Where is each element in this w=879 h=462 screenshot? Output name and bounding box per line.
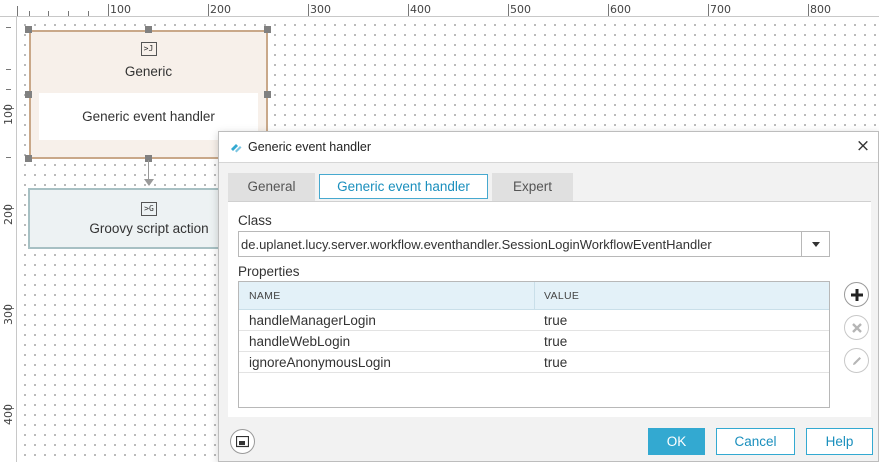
ruler-tick [408,4,409,16]
ruler-label: 200 [210,3,231,16]
chevron-down-icon[interactable] [801,232,829,256]
add-icon [851,289,863,301]
remove-property-button[interactable] [844,315,869,340]
edit-icon [853,357,861,365]
vertical-ruler: 100 200 300 400 [0,17,17,462]
properties-table: NAME VALUE handleManagerLogin true handl… [238,281,830,408]
property-value: true [544,355,568,370]
ruler-tick [88,11,89,16]
ruler-tick [68,11,69,16]
table-row[interactable]: handleManagerLogin true [239,310,829,331]
ruler-label: 800 [810,3,831,16]
column-header-value[interactable]: VALUE [544,290,579,302]
ruler-tick [808,4,809,16]
table-row[interactable]: handleWebLogin true [239,331,829,352]
ruler-label: 400 [2,404,15,425]
ruler-label: 700 [710,3,731,16]
ruler-label: 100 [110,3,131,16]
tab-content-panel: Class de.uplanet.lucy.server.workflow.ev… [228,201,871,417]
ruler-tick [29,11,30,16]
ruler-tick [308,4,309,16]
table-header: NAME VALUE [239,282,829,310]
tab-expert[interactable]: Expert [492,173,573,201]
generic-node-title: Generic [124,64,173,79]
generic-node-icon: >J [140,42,157,56]
column-divider[interactable] [534,282,535,310]
help-button[interactable]: Help [806,428,873,455]
dialog-title: Generic event handler [248,140,371,154]
class-select[interactable]: de.uplanet.lucy.server.workflow.eventhan… [238,231,830,257]
ruler-label: 200 [2,204,15,225]
add-property-button[interactable] [844,282,869,307]
column-header-name[interactable]: NAME [249,290,281,302]
tab-generic-event-handler[interactable]: Generic event handler [319,174,488,199]
class-label: Class [238,213,272,228]
property-name: handleWebLogin [249,334,351,349]
ruler-label: 300 [310,3,331,16]
ruler-tick [6,157,11,158]
resize-handle[interactable] [25,26,32,33]
properties-label: Properties [238,264,300,279]
resize-handle[interactable] [145,26,152,33]
resize-handle[interactable] [264,26,271,33]
resize-handle[interactable] [25,155,32,162]
cancel-button[interactable]: Cancel [716,428,795,455]
ruler-tick [6,27,11,28]
property-name: handleManagerLogin [249,313,376,328]
ruler-tick [17,6,18,16]
property-name: ignoreAnonymousLogin [249,355,391,370]
ruler-label: 400 [410,3,431,16]
class-select-value: de.uplanet.lucy.server.workflow.eventhan… [241,237,712,252]
property-value: true [544,313,568,328]
ruler-tick [708,4,709,16]
edit-property-button[interactable] [844,348,869,373]
resize-handle[interactable] [264,91,271,98]
ruler-tick [48,11,49,16]
ruler-tick [508,4,509,16]
connector-line[interactable] [148,160,149,180]
table-row[interactable]: ignoreAnonymousLogin true [239,352,829,373]
ruler-tick [6,69,11,70]
ruler-label: 300 [2,304,15,325]
ruler-tick [208,4,209,16]
dialog-header[interactable]: Generic event handler × [219,132,878,163]
generic-event-handler-dialog: Generic event handler × General Generic … [218,131,879,462]
ruler-tick [608,4,609,16]
ruler-tick [108,4,109,16]
groovy-node-icon: >G [141,202,157,216]
ruler-tick [6,89,11,90]
ok-button[interactable]: OK [648,428,705,455]
ruler-label: 500 [510,3,531,16]
connector-arrowhead [144,179,154,186]
remove-icon [852,323,862,333]
window-icon [236,436,249,448]
tab-general[interactable]: General [228,173,315,201]
close-icon[interactable]: × [854,138,872,156]
app-logo-icon [231,144,242,153]
ruler-label: 600 [610,3,631,16]
resize-handle[interactable] [25,91,32,98]
ruler-label: 100 [2,104,15,125]
window-mode-button[interactable] [230,429,255,454]
property-value: true [544,334,568,349]
horizontal-ruler: 100 200 300 400 500 600 700 800 [0,0,879,17]
